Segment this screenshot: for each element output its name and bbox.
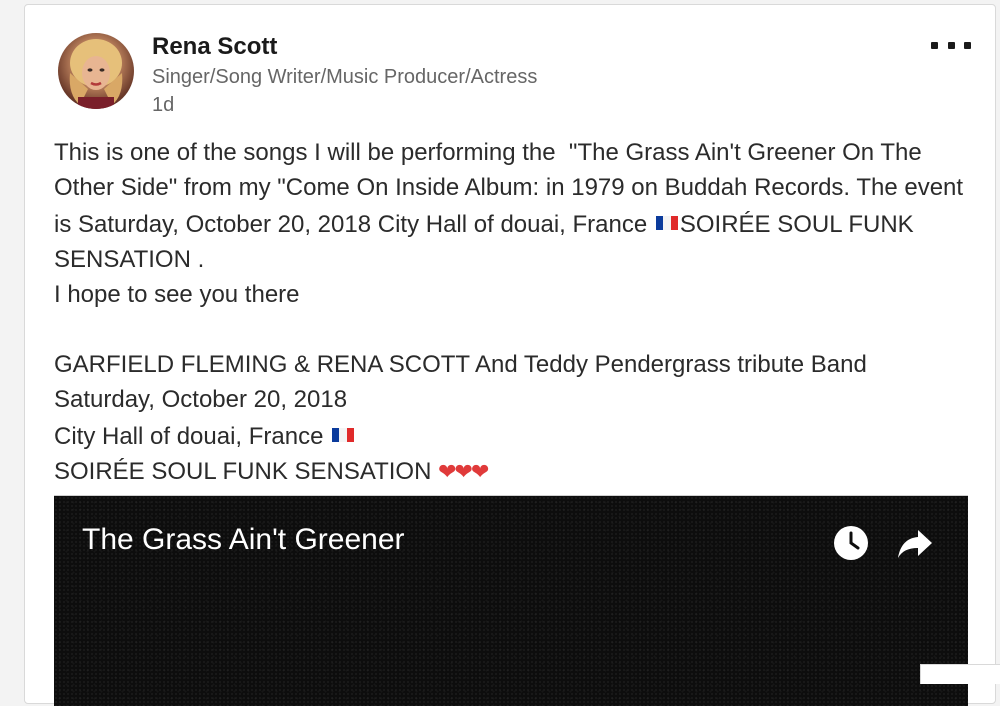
clock-icon[interactable]	[832, 524, 870, 562]
post-text-line: I hope to see you there	[54, 281, 300, 308]
author-name[interactable]: Rena Scott	[152, 31, 277, 63]
video-title[interactable]: The Grass Ain't Greener	[82, 522, 405, 558]
post-text-line: SOIRÉE SOUL FUNK SENSATION	[54, 458, 439, 485]
author-headline: Singer/Song Writer/Music Producer/Actres…	[152, 66, 538, 88]
post-text-line: GARFIELD FLEMING & RENA SCOTT And Teddy …	[54, 351, 867, 378]
video-embed[interactable]: The Grass Ain't Greener	[54, 495, 968, 706]
post-text-line: City Hall of douai, France	[54, 423, 331, 450]
france-flag-icon	[332, 417, 355, 442]
author-avatar[interactable]	[58, 33, 134, 109]
share-arrow-icon[interactable]	[896, 524, 934, 562]
post-body: This is one of the songs I will be perfo…	[54, 135, 974, 489]
overlay-corner	[920, 664, 1000, 684]
post-card: Rena Scott Singer/Song Writer/Music Prod…	[24, 4, 996, 706]
heart-emoji-icon: ❤❤❤	[438, 459, 489, 484]
more-horizontal-icon	[947, 41, 955, 49]
france-flag-icon	[655, 205, 678, 230]
more-horizontal-icon	[964, 41, 971, 49]
more-horizontal-icon	[931, 41, 938, 49]
post-timestamp: 1d	[152, 94, 175, 116]
more-options-button[interactable]	[931, 35, 971, 55]
post-text-line: Saturday, October 20, 2018	[54, 386, 348, 413]
